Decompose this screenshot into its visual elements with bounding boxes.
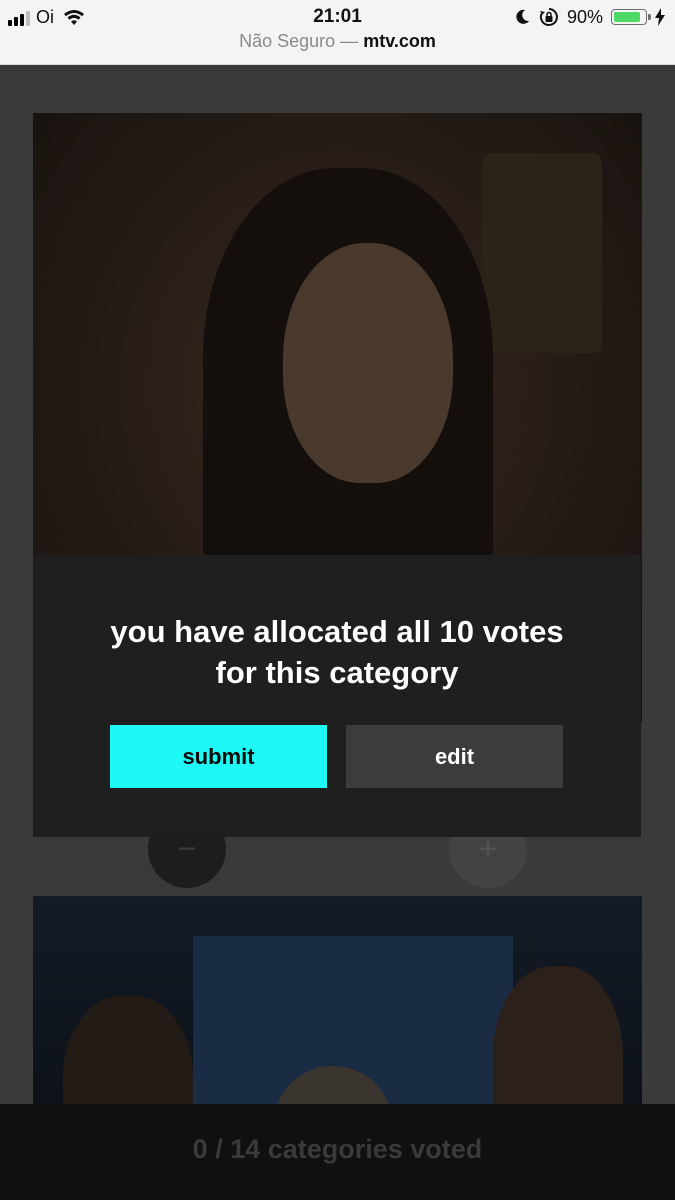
battery-percentage: 90% xyxy=(566,6,603,27)
category-progress-text: 0 / 14 categories voted xyxy=(192,1134,483,1164)
dialog-message-line-2: for this category xyxy=(215,655,459,690)
charging-icon xyxy=(655,8,665,26)
status-right: 90% xyxy=(515,6,665,28)
page: Oi 21:01 Não Seguro — mtv.com 90% − + yo… xyxy=(0,0,675,1200)
battery-icon xyxy=(611,9,651,25)
moon-icon xyxy=(516,9,529,24)
nominee-image-2 xyxy=(33,896,642,1136)
battery-fill xyxy=(614,12,640,22)
dialog-message-line-1: you have allocated all 10 votes xyxy=(110,614,564,649)
page-content-dimmed: − 10 votes + you have allocated all 10 v… xyxy=(0,65,675,1200)
submit-button[interactable]: submit xyxy=(110,725,327,788)
votes-allocated-dialog: you have allocated all 10 votes for this… xyxy=(33,555,641,837)
category-progress-bar: 0 / 14 categories voted xyxy=(0,1104,675,1200)
edit-button[interactable]: edit xyxy=(346,725,563,788)
url-domain: mtv.com xyxy=(363,31,436,51)
url-bar[interactable]: Não Seguro — mtv.com xyxy=(0,31,675,52)
dialog-message: you have allocated all 10 votes for this… xyxy=(33,611,641,693)
security-label: Não Seguro — xyxy=(239,31,359,51)
rotation-lock-icon xyxy=(539,8,558,26)
browser-status-bar: Oi 21:01 Não Seguro — mtv.com 90% xyxy=(0,0,675,65)
